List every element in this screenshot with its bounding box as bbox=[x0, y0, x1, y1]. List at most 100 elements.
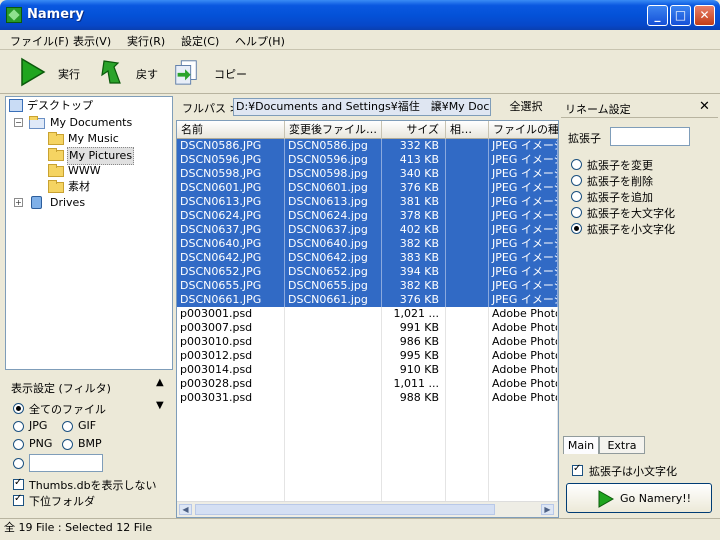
table-row[interactable]: p003007.psd 991 KB Adobe Photoshop bbox=[177, 321, 558, 335]
table-row[interactable]: DSCN0642.JPG DSCN0642.jpg 383 KB JPEG イメージ bbox=[177, 251, 558, 265]
minimize-button[interactable]: _ bbox=[647, 5, 668, 26]
table-row[interactable]: p003028.psd 1,011 ... Adobe Photoshop bbox=[177, 377, 558, 391]
collapse-icon[interactable]: − bbox=[14, 118, 23, 127]
undo-label: 戻す bbox=[136, 68, 158, 81]
triangle-up-icon[interactable]: ▲ bbox=[156, 377, 164, 388]
menu-run[interactable]: 実行(R) bbox=[127, 33, 165, 49]
rename-option-radio[interactable] bbox=[571, 207, 582, 218]
scroll-left-icon[interactable]: ◀ bbox=[179, 504, 192, 515]
cell-name: DSCN0598.JPG bbox=[177, 167, 285, 181]
table-row[interactable]: p003031.psd 988 KB Adobe Photoshop bbox=[177, 391, 558, 405]
cell-size: 378 KB bbox=[382, 209, 446, 223]
menu-settings[interactable]: 設定(C) bbox=[181, 33, 219, 49]
rename-option-radio[interactable] bbox=[571, 191, 582, 202]
cell-type: JPEG イメージ bbox=[489, 181, 558, 195]
ext-input[interactable] bbox=[610, 127, 690, 146]
undo-button[interactable]: 戻す bbox=[96, 57, 166, 89]
table-row[interactable]: p003010.psd 986 KB Adobe Photoshop bbox=[177, 335, 558, 349]
cell-attr bbox=[446, 377, 489, 391]
table-row[interactable]: DSCN0601.JPG DSCN0601.jpg 376 KB JPEG イメージ bbox=[177, 181, 558, 195]
table-row[interactable]: p003012.psd 995 KB Adobe Photoshop bbox=[177, 349, 558, 363]
empty-row bbox=[177, 447, 558, 461]
table-row[interactable]: DSCN0586.JPG DSCN0586.jpg 332 KB JPEG イメージ bbox=[177, 139, 558, 153]
col-name[interactable]: 名前 bbox=[177, 121, 285, 139]
scroll-thumb[interactable] bbox=[195, 504, 495, 515]
table-row[interactable]: DSCN0640.JPG DSCN0640.jpg 382 KB JPEG イメージ bbox=[177, 237, 558, 251]
tab-main[interactable]: Main bbox=[563, 436, 599, 454]
select-all-button[interactable]: 全選択 bbox=[495, 98, 557, 116]
radio-jpg[interactable] bbox=[13, 421, 24, 432]
menu-view[interactable]: 表示(V) bbox=[73, 33, 111, 49]
cell-attr bbox=[446, 293, 489, 307]
copy-button[interactable]: コピー bbox=[172, 57, 252, 89]
empty-row bbox=[177, 419, 558, 433]
radio-bmp[interactable] bbox=[62, 439, 73, 450]
table-row[interactable]: DSCN0598.JPG DSCN0598.jpg 340 KB JPEG イメージ bbox=[177, 167, 558, 181]
col-new-name[interactable]: 変更後ファイル… bbox=[285, 121, 382, 139]
cell-new bbox=[285, 335, 382, 349]
maximize-button[interactable]: □ bbox=[670, 5, 691, 26]
cell-name: DSCN0596.JPG bbox=[177, 153, 285, 167]
col-type[interactable]: ファイルの種類 bbox=[489, 121, 558, 139]
empty-cell bbox=[285, 475, 382, 489]
table-row[interactable]: DSCN0596.JPG DSCN0596.jpg 413 KB JPEG イメージ bbox=[177, 153, 558, 167]
custom-filter-input[interactable] bbox=[29, 454, 103, 472]
rename-option-label: 拡張子を削除 bbox=[587, 175, 653, 188]
tab-extra[interactable]: Extra bbox=[599, 436, 645, 454]
cell-attr bbox=[446, 195, 489, 209]
table-row[interactable]: DSCN0652.JPG DSCN0652.jpg 394 KB JPEG イメージ bbox=[177, 265, 558, 279]
cell-type: JPEG イメージ bbox=[489, 209, 558, 223]
rename-option-radio[interactable] bbox=[571, 223, 582, 234]
title-bar[interactable]: Namery _ □ ✕ bbox=[0, 0, 720, 30]
hide-thumbs-label: Thumbs.dbを表示しない bbox=[29, 479, 157, 492]
triangle-down-icon[interactable]: ▼ bbox=[156, 400, 164, 411]
scroll-right-icon[interactable]: ▶ bbox=[541, 504, 554, 515]
cell-name: DSCN0586.JPG bbox=[177, 139, 285, 153]
expand-icon[interactable]: + bbox=[14, 198, 23, 207]
table-row[interactable]: p003001.psd 1,021 ... Adobe Photoshop bbox=[177, 307, 558, 321]
cell-attr bbox=[446, 363, 489, 377]
table-row[interactable]: DSCN0655.JPG DSCN0655.jpg 382 KB JPEG イメージ bbox=[177, 279, 558, 293]
cell-name: DSCN0640.JPG bbox=[177, 237, 285, 251]
cell-name: DSCN0652.JPG bbox=[177, 265, 285, 279]
empty-cell bbox=[382, 475, 446, 489]
table-row[interactable]: DSCN0613.JPG DSCN0613.jpg 381 KB JPEG イメージ bbox=[177, 195, 558, 209]
run-button[interactable]: 実行 bbox=[18, 57, 88, 89]
menu-help[interactable]: ヘルプ(H) bbox=[235, 33, 285, 49]
table-row[interactable]: p003014.psd 910 KB Adobe Photoshop bbox=[177, 363, 558, 377]
cell-new: DSCN0624.jpg bbox=[285, 209, 382, 223]
cell-size: 986 KB bbox=[382, 335, 446, 349]
menu-file[interactable]: ファイル(F) bbox=[10, 33, 69, 49]
path-input[interactable]: D:¥Documents and Settings¥福住 譲¥My Docume… bbox=[233, 98, 491, 116]
cell-new: DSCN0640.jpg bbox=[285, 237, 382, 251]
summary-checkbox[interactable] bbox=[572, 463, 583, 476]
hide-thumbs-checkbox[interactable] bbox=[13, 477, 24, 490]
cell-name: DSCN0637.JPG bbox=[177, 223, 285, 237]
cell-new: DSCN0652.jpg bbox=[285, 265, 382, 279]
file-grid[interactable]: 名前 変更後ファイル… サイズ 相… ファイルの種類 DSCN0586.JPGD… bbox=[176, 120, 559, 518]
col-attr[interactable]: 相… bbox=[446, 121, 489, 139]
radio-custom[interactable] bbox=[13, 458, 24, 469]
rename-option-radio[interactable] bbox=[571, 159, 582, 170]
radio-png[interactable] bbox=[13, 439, 24, 450]
run-label: 実行 bbox=[58, 68, 80, 81]
rename-option-radio[interactable] bbox=[571, 175, 582, 186]
cell-size: 340 KB bbox=[382, 167, 446, 181]
cell-new: DSCN0586.jpg bbox=[285, 139, 382, 153]
table-row[interactable]: DSCN0661.JPG DSCN0661.jpg 376 KB JPEG イメージ bbox=[177, 293, 558, 307]
folder-tree[interactable]: デスクトップ − My Documents My Music My Pictur… bbox=[5, 96, 173, 370]
table-row[interactable]: DSCN0637.JPG DSCN0637.jpg 402 KB JPEG イメージ bbox=[177, 223, 558, 237]
table-row[interactable]: DSCN0624.JPG DSCN0624.jpg 378 KB JPEG イメージ bbox=[177, 209, 558, 223]
subfolders-checkbox[interactable] bbox=[13, 493, 24, 506]
copy-label: コピー bbox=[214, 68, 247, 81]
horizontal-scrollbar[interactable]: ◀ ▶ bbox=[177, 501, 558, 517]
close-button[interactable]: ✕ bbox=[694, 5, 715, 26]
go-namery-button[interactable]: Go Namery!! bbox=[566, 483, 712, 513]
col-size[interactable]: サイズ bbox=[382, 121, 446, 139]
radio-gif[interactable] bbox=[62, 421, 73, 432]
cell-attr bbox=[446, 251, 489, 265]
cell-attr bbox=[446, 153, 489, 167]
cell-new: DSCN0661.jpg bbox=[285, 293, 382, 307]
radio-all-files[interactable] bbox=[13, 403, 24, 414]
close-panel-icon[interactable]: ✕ bbox=[699, 99, 710, 114]
